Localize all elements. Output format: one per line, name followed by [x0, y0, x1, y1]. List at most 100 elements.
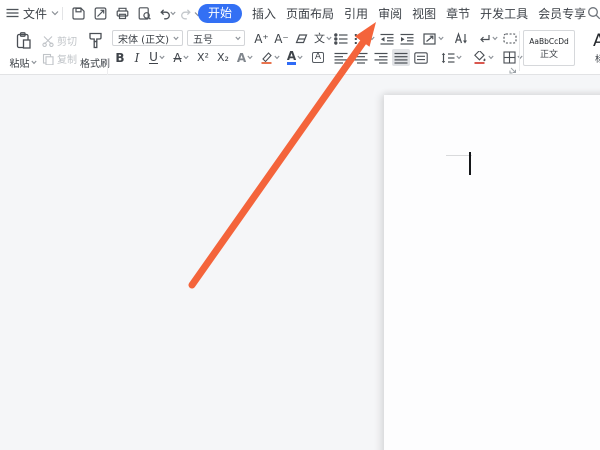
paragraph-dialog-launcher-button[interactable] [508, 66, 518, 74]
wrap-mark-button[interactable] [474, 30, 500, 47]
font-size-select[interactable]: 五号 [187, 30, 245, 46]
search-button[interactable] [587, 6, 600, 20]
tab-developer-tools[interactable]: 开发工具 [480, 5, 528, 22]
ribbon-toolbar: 粘贴 剪切 复制 格式刷 宋体 (正文) 五号 [0, 26, 600, 75]
tab-view[interactable]: 视图 [412, 5, 436, 22]
italic-button[interactable]: I [130, 49, 144, 66]
italic-label: I [135, 52, 140, 64]
scissors-icon [42, 35, 54, 47]
save-button[interactable] [70, 5, 87, 22]
align-left-icon [334, 52, 348, 64]
strikethrough-label: A [173, 52, 181, 64]
bullet-list-button[interactable] [332, 30, 350, 47]
tab-section[interactable]: 章节 [446, 5, 470, 22]
highlighter-icon [260, 51, 273, 64]
underline-button[interactable]: U [146, 49, 168, 66]
sort-button[interactable] [452, 30, 470, 47]
strikethrough-button[interactable]: A [170, 49, 192, 66]
highlight-color-button[interactable] [258, 49, 282, 66]
copy-button[interactable]: 复制 [42, 51, 77, 66]
undo-dropdown-button[interactable] [169, 5, 177, 22]
tab-insert[interactable]: 插入 [252, 5, 276, 22]
numbered-list-button[interactable] [352, 30, 376, 47]
save-as-button[interactable] [92, 5, 109, 22]
justify-button[interactable] [392, 49, 410, 66]
eraser-icon [295, 33, 308, 45]
superscript-button[interactable]: X² [194, 49, 212, 66]
tab-references[interactable]: 引用 [344, 5, 368, 22]
format-painter-icon [86, 31, 105, 50]
copy-icon [42, 53, 54, 65]
subscript-label: X₂ [217, 52, 229, 63]
save-as-icon [93, 6, 108, 21]
line-spacing-icon [441, 52, 455, 64]
format-painter-button[interactable]: 格式刷 [76, 29, 114, 71]
file-menu-button[interactable]: 文件 [6, 3, 59, 23]
character-border-button[interactable]: A [308, 49, 328, 66]
paste-label: 粘贴 [10, 55, 37, 70]
distributed-align-icon [414, 52, 428, 64]
align-left-button[interactable] [332, 49, 350, 66]
dialog-launcher-icon [509, 66, 517, 74]
style-name: 标题 [595, 52, 600, 65]
document-canvas [0, 75, 600, 450]
style-item-normal[interactable]: AaBbCcDd 正文 [523, 30, 575, 66]
pinyin-guide-label: 文 [314, 33, 325, 44]
cut-button[interactable]: 剪切 [42, 33, 77, 48]
shrink-font-button[interactable]: A⁻ [273, 30, 290, 47]
style-name: 正文 [540, 47, 558, 60]
chevron-down-icon [170, 11, 176, 16]
tab-home[interactable]: 开始 [198, 4, 242, 23]
align-center-icon [354, 52, 368, 64]
increase-indent-button[interactable] [398, 30, 416, 47]
print-preview-button[interactable] [136, 5, 153, 22]
document-page[interactable] [384, 95, 600, 450]
shading-bucket-icon [473, 51, 487, 64]
numbered-list-icon [354, 33, 368, 45]
grow-font-button[interactable]: A⁺ [253, 30, 270, 47]
font-color-button[interactable]: A [284, 49, 306, 66]
show-marks-button[interactable] [502, 30, 518, 47]
text-effects-label: A [237, 52, 246, 64]
subscript-button[interactable]: X₂ [214, 49, 232, 66]
character-border-label: A [312, 52, 324, 63]
bold-label: B [115, 52, 124, 64]
print-button[interactable] [114, 5, 131, 22]
sort-icon [454, 32, 468, 45]
align-right-icon [374, 52, 388, 64]
font-family-value: 宋体 (正文) [118, 31, 169, 46]
justify-icon [394, 52, 408, 64]
decrease-indent-button[interactable] [378, 30, 396, 47]
menubar: 文件 [0, 0, 600, 26]
print-preview-icon [137, 6, 152, 21]
shading-button[interactable] [470, 49, 496, 66]
text-cursor [469, 152, 471, 175]
underline-label: U [149, 51, 158, 64]
pinyin-guide-button[interactable]: 文 [312, 30, 334, 47]
increase-indent-icon [400, 33, 414, 45]
superscript-label: X² [197, 52, 209, 63]
clear-format-button[interactable] [293, 30, 309, 47]
style-preview: AaBbCcDd [529, 37, 569, 46]
paste-button[interactable]: 粘贴 [6, 29, 40, 71]
style-item-heading[interactable]: Aa 标题 [578, 30, 600, 66]
ribbon-tabs: 开始 插入 页面布局 引用 审阅 视图 章节 开发工具 会员专享 [198, 0, 586, 26]
search-icon [587, 6, 600, 20]
application-window: 文件 [0, 0, 600, 450]
tab-member-exclusive[interactable]: 会员专享 [538, 5, 586, 22]
grow-font-label: A⁺ [254, 33, 269, 45]
text-direction-icon [423, 32, 437, 45]
print-icon [115, 6, 130, 21]
tab-review[interactable]: 审阅 [378, 5, 402, 22]
distributed-align-button[interactable] [412, 49, 430, 66]
align-right-button[interactable] [372, 49, 390, 66]
text-effects-button[interactable]: A [234, 49, 256, 66]
menubar-separator [62, 7, 63, 20]
text-direction-button[interactable] [420, 30, 446, 47]
line-spacing-button[interactable] [438, 49, 464, 66]
align-center-button[interactable] [352, 49, 370, 66]
cut-label: 剪切 [57, 33, 77, 48]
font-family-select[interactable]: 宋体 (正文) [112, 30, 183, 46]
tab-page-layout[interactable]: 页面布局 [286, 5, 334, 22]
bold-button[interactable]: B [112, 49, 128, 66]
